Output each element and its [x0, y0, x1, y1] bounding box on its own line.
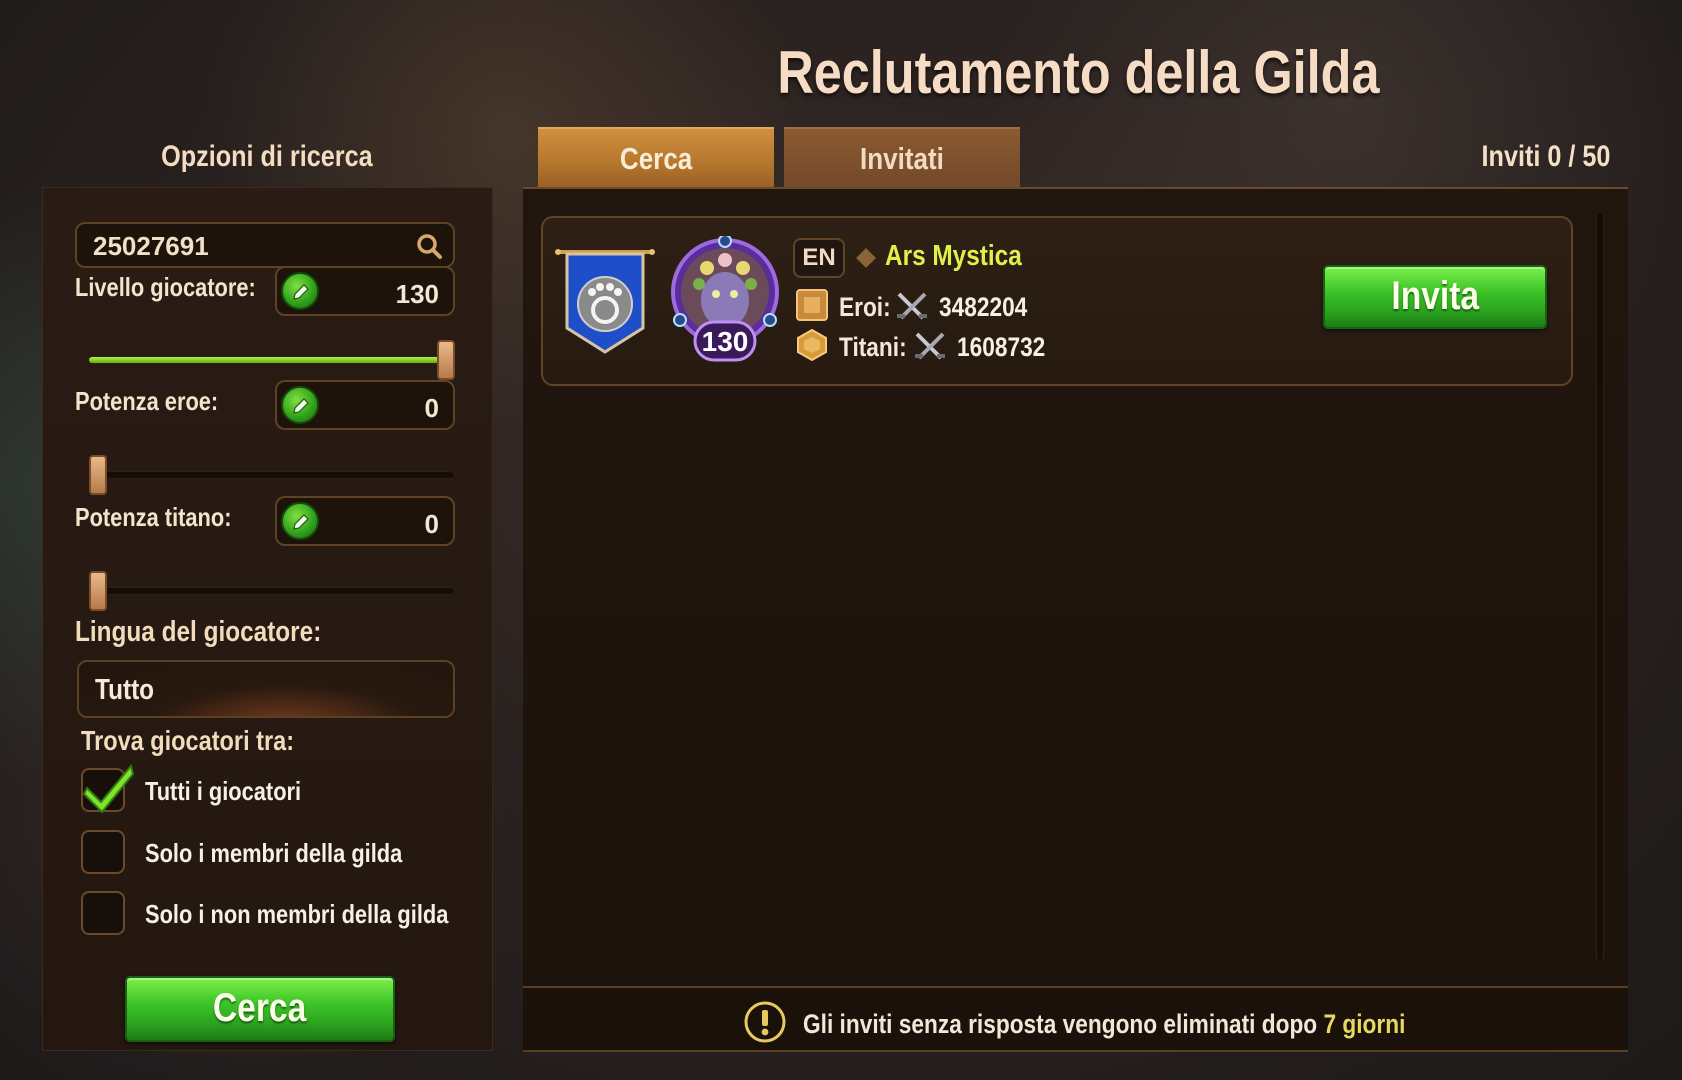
- slider-handle[interactable]: [89, 455, 107, 495]
- option-non-guild-members[interactable]: Solo i non membri della gilda: [81, 891, 481, 937]
- player-language-label: Lingua del giocatore:: [75, 616, 322, 648]
- titans-label: Titani:: [839, 332, 907, 362]
- scrollbar[interactable]: [1596, 211, 1604, 961]
- guild-banner-icon: [555, 249, 655, 354]
- id-search-field[interactable]: [75, 222, 455, 268]
- hero-icon: [796, 289, 828, 321]
- find-players-label: Trova giocatori tra:: [81, 725, 295, 756]
- info-notice-bar: Gli inviti senza risposta vengono elimin…: [523, 986, 1628, 1052]
- diamond-icon: [856, 248, 876, 268]
- results-panel: 130 EN Ars Mystica Eroi: 3482204 Titani:: [523, 187, 1628, 1052]
- page-title: Reclutamento della Gilda: [777, 39, 1380, 106]
- guild-name: Ars Mystica: [885, 240, 1022, 272]
- option-label: Tutti i giocatori: [145, 776, 302, 806]
- titans-power-value: 1608732: [957, 332, 1046, 362]
- pencil-icon[interactable]: [281, 272, 319, 310]
- titan-power-field[interactable]: 0: [275, 496, 455, 546]
- player-level-field[interactable]: 130: [275, 266, 455, 316]
- option-label: Solo i membri della gilda: [145, 838, 403, 868]
- checkbox[interactable]: [81, 763, 135, 814]
- search-icon[interactable]: [415, 232, 443, 260]
- checkmark-icon: [82, 763, 135, 814]
- heroes-power-value: 3482204: [939, 292, 1028, 322]
- checkbox[interactable]: [81, 891, 125, 935]
- player-language-select[interactable]: Tutto: [77, 660, 455, 718]
- option-label: Solo i non membri della gilda: [145, 899, 449, 929]
- slider-fill: [89, 357, 439, 363]
- player-avatar[interactable]: 130: [669, 236, 781, 368]
- slider-track: [89, 471, 455, 479]
- titan-power-value: 0: [424, 509, 439, 539]
- player-level-label: Livello giocatore:: [75, 272, 256, 302]
- tab-search[interactable]: Cerca: [538, 127, 774, 187]
- titan-icon: [797, 328, 827, 362]
- slider-track: [89, 587, 455, 595]
- player-result-card: 130 EN Ars Mystica Eroi: 3482204 Titani:: [541, 216, 1573, 386]
- checkbox[interactable]: [81, 830, 125, 874]
- hero-power-field[interactable]: 0: [275, 380, 455, 430]
- player-language-value: Tutto: [95, 674, 155, 706]
- hero-power-slider[interactable]: [89, 455, 455, 495]
- invite-button[interactable]: Invita: [1323, 265, 1547, 329]
- hero-power-value: 0: [424, 393, 439, 423]
- heroes-label: Eroi:: [839, 292, 891, 322]
- warning-icon: [744, 1001, 786, 1043]
- player-level-value: 130: [395, 279, 439, 309]
- pencil-icon[interactable]: [281, 386, 319, 424]
- id-search-input[interactable]: [93, 231, 403, 262]
- player-level-badge: 130: [702, 326, 749, 357]
- hero-power-label: Potenza eroe:: [75, 386, 219, 416]
- titan-power-label: Potenza titano:: [75, 502, 232, 532]
- notice-text: Gli inviti senza risposta vengono elimin…: [803, 1009, 1406, 1039]
- search-options-heading: Opzioni di ricerca: [161, 140, 373, 173]
- search-button[interactable]: Cerca: [125, 976, 395, 1042]
- slider-handle[interactable]: [89, 571, 107, 611]
- crossed-swords-icon: [897, 292, 927, 320]
- tab-invited[interactable]: Invitati: [784, 127, 1020, 187]
- search-options-panel: Livello giocatore: 130 Potenza eroe: 0 P…: [42, 187, 493, 1051]
- slider-handle[interactable]: [437, 340, 455, 380]
- language-tag: EN: [793, 238, 845, 278]
- titan-power-slider[interactable]: [89, 571, 455, 611]
- invites-counter: Inviti 0 / 50: [1481, 140, 1610, 173]
- player-level-slider[interactable]: [89, 340, 455, 380]
- crossed-swords-icon: [915, 332, 945, 360]
- notice-highlight: 7 giorni: [1323, 1009, 1406, 1039]
- option-guild-members[interactable]: Solo i membri della gilda: [81, 830, 481, 876]
- option-all-players[interactable]: Tutti i giocatori: [81, 763, 481, 814]
- pencil-icon[interactable]: [281, 502, 319, 540]
